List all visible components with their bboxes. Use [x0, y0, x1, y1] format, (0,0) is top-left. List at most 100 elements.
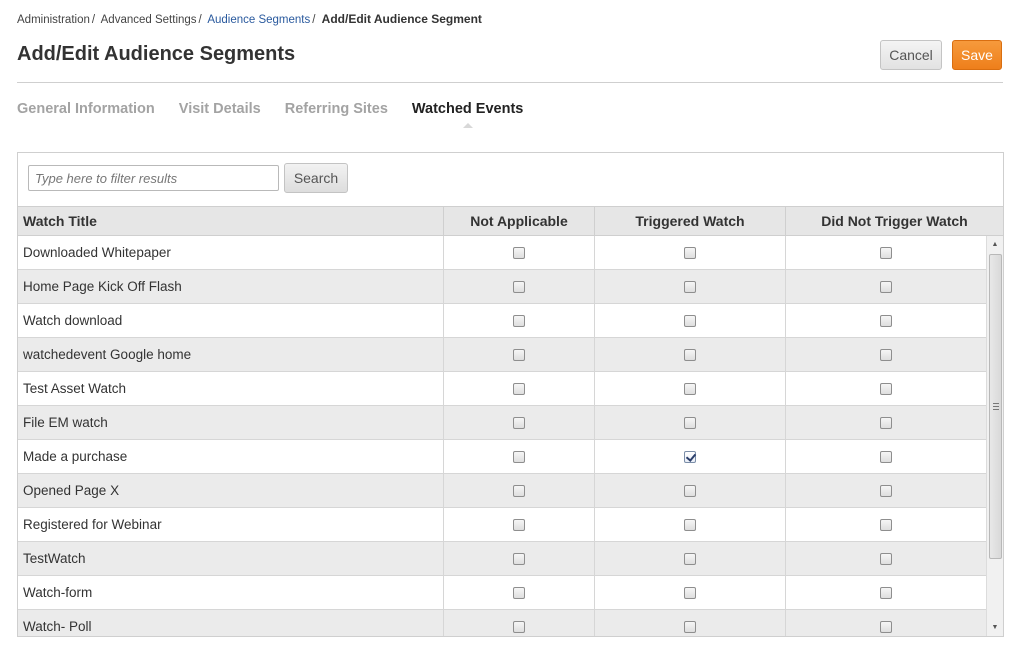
not-applicable-cell: [444, 338, 595, 371]
scroll-down-arrow-icon[interactable]: ▼: [987, 619, 1003, 636]
not-applicable-checkbox[interactable]: [513, 450, 525, 463]
not-applicable-checkbox[interactable]: [513, 484, 525, 497]
breadcrumb-separator: /: [198, 14, 202, 26]
did-not-trigger-cell: [786, 610, 986, 636]
did-not-trigger-checkbox[interactable]: [880, 280, 892, 293]
watch-title-cell: Made a purchase: [18, 440, 444, 473]
did-not-trigger-cell: [786, 576, 986, 609]
did-not-trigger-cell: [786, 236, 986, 269]
breadcrumb-item-audience-segments[interactable]: Audience Segments: [207, 14, 310, 26]
triggered-watch-checkbox[interactable]: [684, 416, 696, 429]
watch-title-cell: Downloaded Whitepaper: [18, 236, 444, 269]
did-not-trigger-checkbox[interactable]: [880, 416, 892, 429]
triggered-watch-checkbox[interactable]: [684, 552, 696, 565]
tab-general-information[interactable]: General Information: [17, 101, 155, 117]
did-not-trigger-cell: [786, 270, 986, 303]
did-not-trigger-cell: [786, 372, 986, 405]
did-not-trigger-checkbox[interactable]: [880, 484, 892, 497]
did-not-trigger-checkbox[interactable]: [880, 586, 892, 599]
did-not-trigger-checkbox[interactable]: [880, 382, 892, 395]
not-applicable-cell: [444, 576, 595, 609]
triggered-watch-cell: [595, 236, 786, 269]
not-applicable-checkbox[interactable]: [513, 280, 525, 293]
watch-title-cell: watchedevent Google home: [18, 338, 444, 371]
not-applicable-checkbox[interactable]: [513, 314, 525, 327]
column-header-watch-title[interactable]: Watch Title: [18, 207, 444, 235]
not-applicable-checkbox[interactable]: [513, 246, 525, 259]
tab-referring-sites[interactable]: Referring Sites: [285, 101, 388, 117]
tab-visit-details[interactable]: Visit Details: [179, 101, 261, 117]
did-not-trigger-cell: [786, 508, 986, 541]
not-applicable-checkbox[interactable]: [513, 586, 525, 599]
table-row: Downloaded Whitepaper: [18, 236, 986, 270]
triggered-watch-checkbox[interactable]: [684, 518, 696, 531]
breadcrumb-item-administration[interactable]: Administration: [17, 14, 90, 26]
not-applicable-cell: [444, 270, 595, 303]
did-not-trigger-checkbox[interactable]: [880, 552, 892, 565]
triggered-watch-checkbox[interactable]: [684, 450, 696, 463]
scroll-up-arrow-icon[interactable]: ▲: [987, 236, 1003, 253]
scroll-thumb[interactable]: [989, 254, 1002, 559]
table-row: Watch download: [18, 304, 986, 338]
did-not-trigger-checkbox[interactable]: [880, 450, 892, 463]
vertical-scrollbar[interactable]: ▲ ▼: [986, 236, 1003, 636]
did-not-trigger-cell: [786, 542, 986, 575]
triggered-watch-cell: [595, 610, 786, 636]
triggered-watch-cell: [595, 474, 786, 507]
table-row: Registered for Webinar: [18, 508, 986, 542]
triggered-watch-checkbox[interactable]: [684, 246, 696, 259]
not-applicable-cell: [444, 236, 595, 269]
triggered-watch-checkbox[interactable]: [684, 382, 696, 395]
triggered-watch-checkbox[interactable]: [684, 280, 696, 293]
search-button[interactable]: Search: [284, 163, 348, 193]
table-row: Watch-form: [18, 576, 986, 610]
grid-header: Watch Title Not Applicable Triggered Wat…: [18, 206, 1003, 236]
triggered-watch-cell: [595, 542, 786, 575]
not-applicable-checkbox[interactable]: [513, 552, 525, 565]
watched-events-panel: Search Watch Title Not Applicable Trigge…: [17, 152, 1004, 637]
page-title: Add/Edit Audience Segments: [17, 43, 296, 65]
not-applicable-checkbox[interactable]: [513, 382, 525, 395]
not-applicable-checkbox[interactable]: [513, 620, 525, 633]
grip-icon: [992, 403, 999, 410]
did-not-trigger-checkbox[interactable]: [880, 348, 892, 361]
did-not-trigger-checkbox[interactable]: [880, 246, 892, 259]
watch-title-cell: Test Asset Watch: [18, 372, 444, 405]
watch-title-cell: Registered for Webinar: [18, 508, 444, 541]
column-header-did-not-trigger-watch[interactable]: Did Not Trigger Watch: [786, 207, 1003, 235]
header-divider: [17, 82, 1003, 83]
triggered-watch-checkbox[interactable]: [684, 586, 696, 599]
not-applicable-cell: [444, 440, 595, 473]
save-button[interactable]: Save: [952, 40, 1002, 70]
table-row: Made a purchase: [18, 440, 986, 474]
filter-input[interactable]: [28, 165, 279, 191]
triggered-watch-cell: [595, 372, 786, 405]
did-not-trigger-checkbox[interactable]: [880, 620, 892, 633]
not-applicable-checkbox[interactable]: [513, 416, 525, 429]
breadcrumb-current: Add/Edit Audience Segment: [321, 12, 482, 26]
column-header-not-applicable[interactable]: Not Applicable: [444, 207, 595, 235]
triggered-watch-checkbox[interactable]: [684, 620, 696, 633]
watch-title-cell: Opened Page X: [18, 474, 444, 507]
did-not-trigger-cell: [786, 338, 986, 371]
table-row: Watch- Poll: [18, 610, 986, 636]
did-not-trigger-cell: [786, 474, 986, 507]
triggered-watch-checkbox[interactable]: [684, 348, 696, 361]
breadcrumb-item-advanced-settings[interactable]: Advanced Settings: [101, 14, 197, 26]
not-applicable-checkbox[interactable]: [513, 348, 525, 361]
breadcrumb-separator: /: [312, 14, 316, 26]
did-not-trigger-cell: [786, 304, 986, 337]
column-header-triggered-watch[interactable]: Triggered Watch: [595, 207, 786, 235]
breadcrumb-separator: /: [91, 14, 96, 26]
table-row: Home Page Kick Off Flash: [18, 270, 986, 304]
did-not-trigger-checkbox[interactable]: [880, 518, 892, 531]
not-applicable-checkbox[interactable]: [513, 518, 525, 531]
triggered-watch-checkbox[interactable]: [684, 484, 696, 497]
watch-title-cell: TestWatch: [18, 542, 444, 575]
tab-watched-events[interactable]: Watched Events: [412, 101, 523, 128]
table-row: Opened Page X: [18, 474, 986, 508]
triggered-watch-checkbox[interactable]: [684, 314, 696, 327]
triggered-watch-cell: [595, 270, 786, 303]
cancel-button[interactable]: Cancel: [880, 40, 942, 70]
did-not-trigger-checkbox[interactable]: [880, 314, 892, 327]
